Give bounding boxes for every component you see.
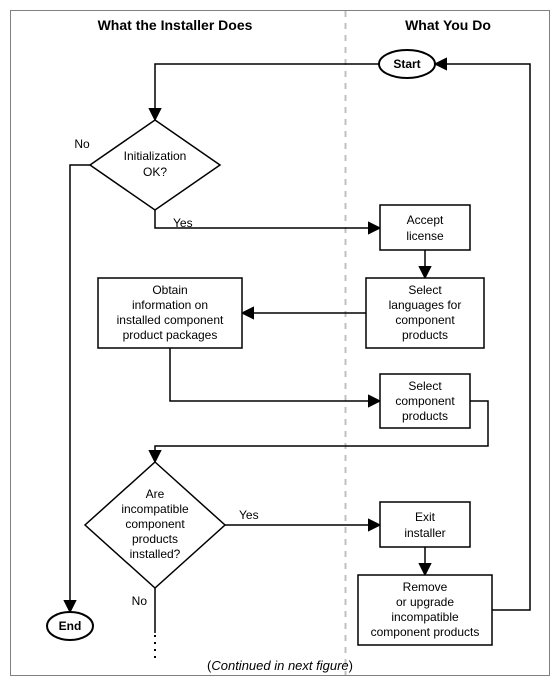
svg-text:incompatible: incompatible xyxy=(121,502,189,516)
process-select-languages: Select languages for component products xyxy=(366,278,484,348)
process-accept-license: Accept license xyxy=(380,205,470,250)
edge-obtain-selectcomp xyxy=(170,348,380,401)
svg-text:incompatible: incompatible xyxy=(391,610,459,624)
svg-text:products: products xyxy=(132,532,178,546)
svg-text:component: component xyxy=(395,313,455,327)
svg-text:information on: information on xyxy=(132,298,208,312)
svg-text:languages for: languages for xyxy=(389,298,462,312)
process-select-components: Select component products xyxy=(380,374,470,428)
svg-text:Select: Select xyxy=(408,379,442,393)
svg-text:Initialization: Initialization xyxy=(124,149,187,163)
svg-text:installed?: installed? xyxy=(130,547,181,561)
svg-text:Remove: Remove xyxy=(403,580,448,594)
decision-init-ok: Initialization OK? xyxy=(90,120,220,210)
svg-text:Are: Are xyxy=(146,487,165,501)
start-node: Start xyxy=(379,50,435,78)
svg-text:Obtain: Obtain xyxy=(152,283,187,297)
svg-text:Start: Start xyxy=(393,57,420,71)
flowchart-diagram: What the Installer Does What You Do Star… xyxy=(0,0,560,686)
svg-text:installer: installer xyxy=(404,526,445,540)
decision-incompatible: Are incompatible component products inst… xyxy=(85,462,225,588)
header-left: What the Installer Does xyxy=(98,17,253,33)
svg-text:product packages: product packages xyxy=(123,328,218,342)
svg-text:component: component xyxy=(395,394,455,408)
footer-text: (Continued in next figure) xyxy=(207,658,353,673)
svg-text:Exit: Exit xyxy=(415,510,436,524)
svg-text:OK?: OK? xyxy=(143,165,167,179)
end-node: End xyxy=(47,612,93,640)
svg-text:End: End xyxy=(59,619,82,633)
svg-text:installed component: installed component xyxy=(117,313,224,327)
process-obtain-info: Obtain information on installed componen… xyxy=(98,278,242,348)
process-exit-installer: Exit installer xyxy=(380,502,470,547)
svg-text:component: component xyxy=(125,517,185,531)
header-right: What You Do xyxy=(405,17,491,33)
label-no-incompat: No xyxy=(132,594,148,608)
svg-text:license: license xyxy=(406,229,444,243)
svg-text:Accept: Accept xyxy=(407,213,444,227)
svg-text:component products: component products xyxy=(371,625,480,639)
svg-text:or upgrade: or upgrade xyxy=(396,595,454,609)
svg-text:products: products xyxy=(402,409,448,423)
edge-init-no-end xyxy=(70,165,90,612)
label-yes-incompat: Yes xyxy=(239,508,259,522)
label-no-init: No xyxy=(74,137,90,151)
process-remove-upgrade: Remove or upgrade incompatible component… xyxy=(358,575,492,645)
svg-text:products: products xyxy=(402,328,448,342)
svg-text:Select: Select xyxy=(408,283,442,297)
